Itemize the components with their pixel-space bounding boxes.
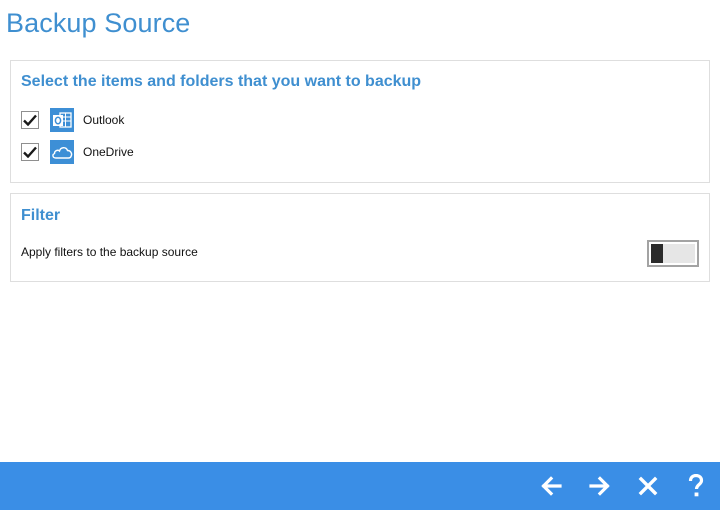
arrow-left-icon [541,476,562,496]
onedrive-checkbox[interactable] [21,143,39,161]
filter-toggle[interactable] [647,240,699,267]
arrow-right-icon [589,476,610,496]
close-icon [638,476,658,496]
list-item-outlook: Outlook [21,107,124,133]
outlook-icon [50,108,74,132]
outlook-label: Outlook [83,113,125,127]
footer-bar [0,462,720,510]
list-item-onedrive: OneDrive [21,139,134,165]
page-title: Backup Source [6,8,191,38]
filter-description: Apply filters to the backup source [21,245,198,259]
filter-panel: Filter Apply filters to the backup sourc… [10,193,710,282]
filter-panel-heading: Filter [21,207,61,224]
onedrive-label: OneDrive [83,145,134,159]
outlook-checkbox[interactable] [21,111,39,129]
checkmark-icon [23,114,37,126]
backup-source-panel: Select the items and folders that you wa… [10,60,710,183]
help-button[interactable] [681,472,711,500]
toggle-knob [651,244,663,263]
onedrive-icon [50,140,74,164]
back-button[interactable] [536,472,566,500]
help-icon [688,474,704,497]
cancel-button[interactable] [633,472,663,500]
source-panel-heading: Select the items and folders that you wa… [21,73,422,90]
next-button[interactable] [585,472,615,500]
checkmark-icon [23,146,37,158]
